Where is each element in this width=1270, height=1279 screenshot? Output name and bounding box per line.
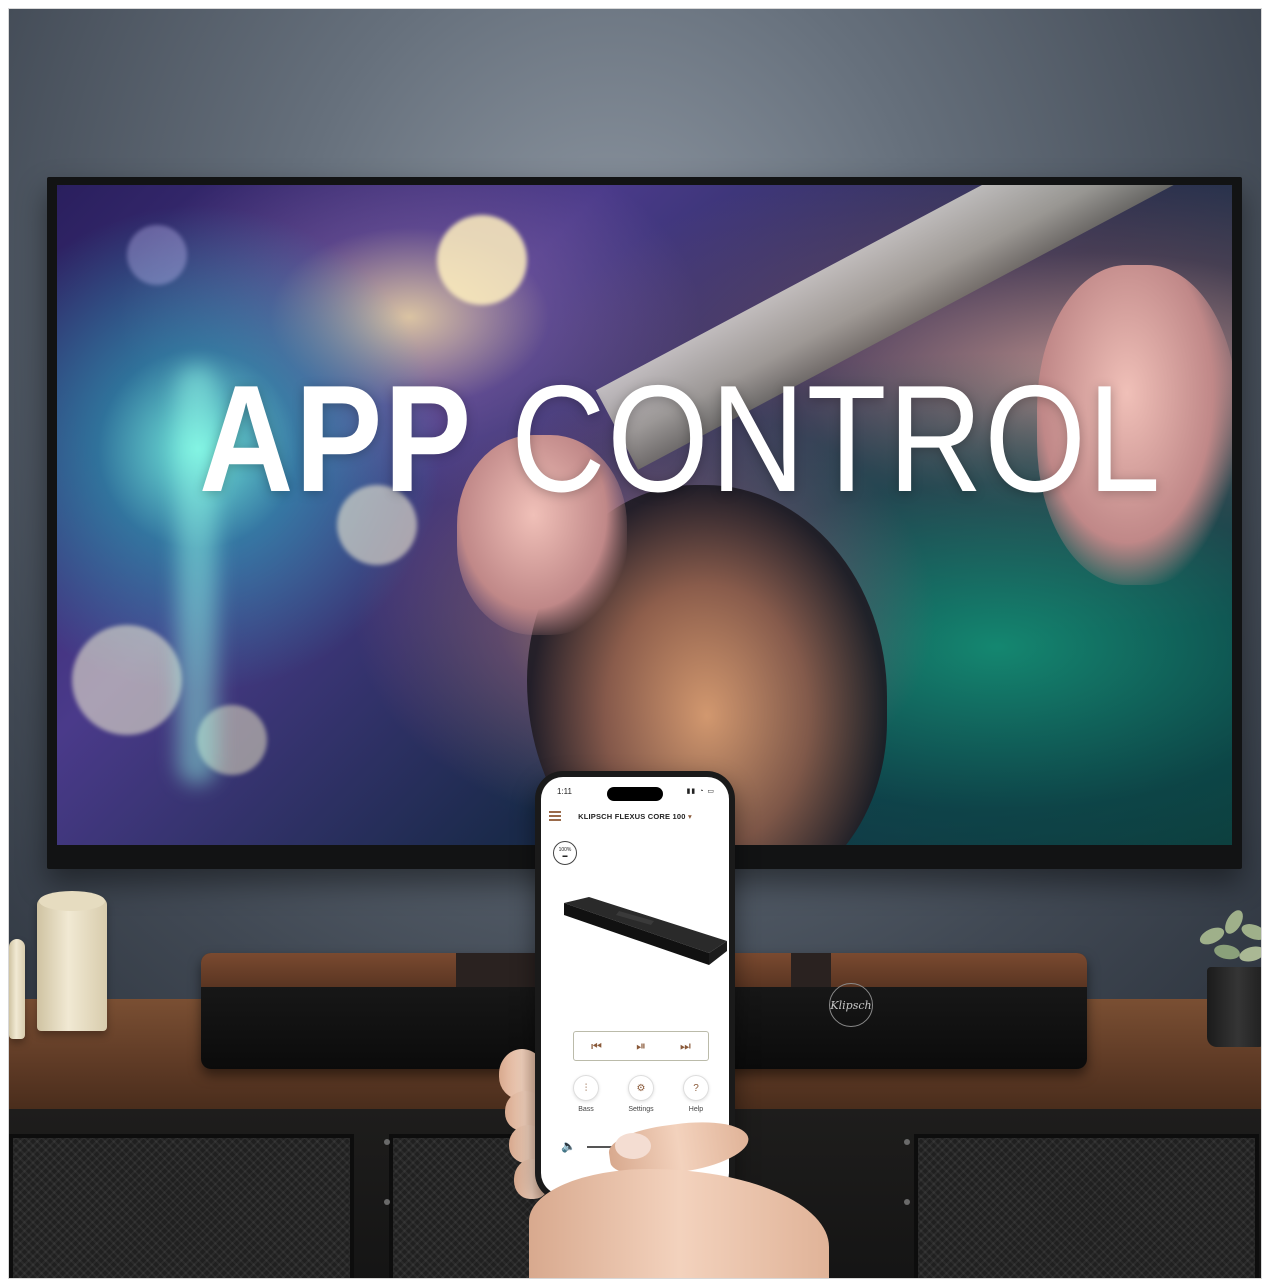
status-icons: ▮▮ ◔ ▭ — [686, 788, 715, 795]
plant-pot — [1207, 967, 1261, 1047]
rivet — [384, 1199, 390, 1205]
headline: APP CONTROL — [199, 363, 1160, 515]
caret-down-icon: ▾ — [687, 812, 692, 821]
settings-button[interactable]: ⚙ Settings — [616, 1075, 666, 1113]
dynamic-island — [607, 787, 663, 801]
rivet — [904, 1139, 910, 1145]
battery-badge: 100% ▬ — [553, 841, 577, 865]
rivet — [384, 1139, 390, 1145]
thumbnail — [615, 1133, 651, 1159]
help-button[interactable]: ? Help — [671, 1075, 721, 1113]
help-label: Help — [688, 1106, 704, 1113]
candle-left — [9, 939, 25, 1039]
console-door-right — [914, 1134, 1259, 1278]
bokeh-light — [437, 215, 527, 305]
headline-bold: APP — [199, 354, 473, 524]
speaker-icon: 🔈 — [561, 1139, 576, 1153]
tv-screen: APP CONTROL — [57, 185, 1232, 845]
bass-button[interactable]: ⫶ Bass — [561, 1075, 611, 1113]
soundbar-control-strip — [791, 953, 831, 987]
candle-top — [39, 891, 105, 911]
status-time: 1:11 — [557, 787, 572, 796]
soundbar-product-image — [564, 897, 727, 965]
settings-label: Settings — [628, 1106, 654, 1113]
bokeh-light — [127, 225, 187, 285]
play-pause-icon[interactable]: ⏯ — [636, 1039, 646, 1054]
playback-controls: ⏮ ⏯ ⏭ — [573, 1031, 709, 1061]
console-door-left — [9, 1134, 354, 1278]
device-selector[interactable]: KLIPSCH FLEXUS CORE 100 ▾ — [541, 812, 729, 821]
bass-label: Bass — [578, 1106, 594, 1113]
battery-icon: ▬ — [562, 852, 568, 859]
device-name-label: KLIPSCH FLEXUS CORE 100 — [578, 812, 686, 821]
headline-light: CONTROL — [510, 354, 1163, 524]
television: APP CONTROL — [47, 177, 1242, 869]
rivet — [904, 1199, 910, 1205]
photo-frame: APP CONTROL Klipsch 1:11 ▮▮ ◔ ▭ KLIPSCH … — [8, 8, 1262, 1279]
soundbar-control-strip — [456, 953, 536, 987]
candle-tall — [37, 897, 107, 1031]
help-icon: ? — [683, 1075, 709, 1101]
skip-next-icon[interactable]: ⏭ — [680, 1039, 691, 1054]
skip-previous-icon[interactable]: ⏮ — [591, 1039, 602, 1054]
equalizer-icon: ⫶ — [573, 1075, 599, 1101]
klipsch-logo-badge: Klipsch — [829, 983, 873, 1027]
quick-actions: ⫶ Bass ⚙ Settings ? Help — [561, 1075, 721, 1113]
gear-icon: ⚙ — [628, 1075, 654, 1101]
bokeh-light — [72, 625, 182, 735]
